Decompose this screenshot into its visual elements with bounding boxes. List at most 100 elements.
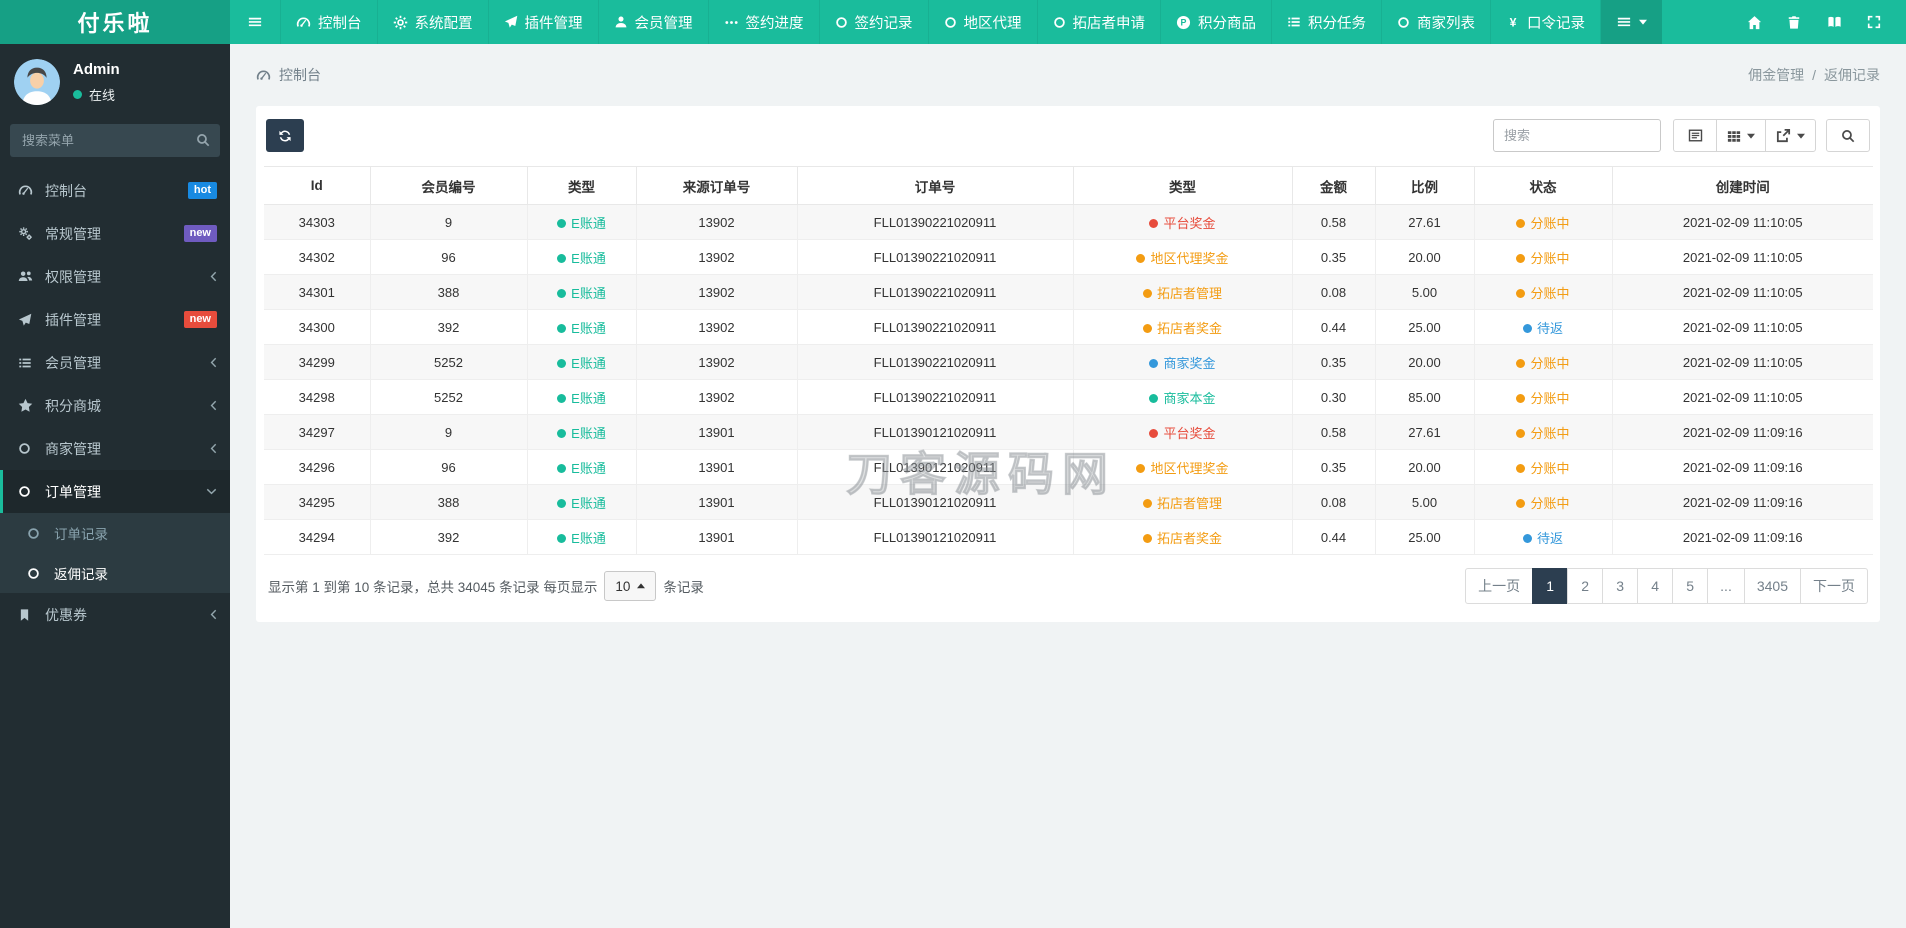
sidebar-item-label: 商家管理: [45, 440, 101, 457]
nav-item[interactable]: 地区代理: [929, 0, 1038, 44]
sidebar-item[interactable]: 常规管理 new: [0, 212, 230, 255]
navbar-user[interactable]: Admin: [1894, 0, 1906, 44]
breadcrumb-page[interactable]: 返佣记录: [1824, 65, 1880, 85]
nav-item[interactable]: 拓店者申请: [1038, 0, 1161, 44]
page-button[interactable]: 5: [1672, 568, 1709, 604]
nav-item[interactable]: P 积分商品: [1161, 0, 1272, 44]
table-row: 34297 9 E账通 13901 FLL01390121020911 平台奖金 0.58 2…: [264, 414, 1873, 450]
page-size-dropdown[interactable]: 10: [604, 571, 657, 601]
cell-order: FLL01390121020911: [796, 519, 1074, 555]
sidebar-item[interactable]: 订单管理: [0, 470, 230, 513]
search-toggle-button[interactable]: [1826, 119, 1870, 152]
sidebar-item[interactable]: 商家管理: [0, 427, 230, 470]
table-header-cell[interactable]: 订单号: [796, 166, 1074, 205]
cell-bonus-label: 拓店者管理: [1156, 495, 1222, 511]
page-button[interactable]: 3: [1602, 568, 1639, 604]
cell-source: 13902: [635, 204, 798, 240]
table-header-cell[interactable]: Id: [264, 166, 371, 205]
pagination-info: 显示第 1 到第 10 条记录，总共 34045 条记录 每页显示 10 条记录: [268, 571, 704, 601]
cell-source: 13901: [635, 484, 798, 520]
nav-item[interactable]: 插件管理: [489, 0, 599, 44]
docs-button[interactable]: [1814, 0, 1854, 44]
nav-item[interactable]: 系统配置: [378, 0, 489, 44]
nav-item[interactable]: 商家列表: [1382, 0, 1491, 44]
sidebar-subitem[interactable]: 订单记录: [0, 513, 230, 553]
table-row: 34300 392 E账通 13902 FLL01390221020911 拓店者奖金 0.…: [264, 309, 1873, 345]
table-header-cell[interactable]: 创建时间: [1611, 166, 1873, 205]
main-content: 控制台 佣金管理 / 返佣记录 搜索 Id 会员编号 类型 来源订单号 订单号 …: [230, 44, 1906, 928]
table-row: 34298 5252 E账通 13902 FLL01390221020911 商家本金 0.…: [264, 379, 1873, 415]
table-search-input[interactable]: [1493, 119, 1661, 152]
cell-status: 分账中: [1473, 414, 1613, 450]
home-button[interactable]: [1734, 0, 1774, 44]
cell-account: E账通: [526, 484, 637, 520]
cell-bonus: 拓店者奖金: [1072, 519, 1293, 555]
breadcrumb-home[interactable]: 控制台: [256, 65, 321, 85]
cell-status-label: 分账中: [1530, 390, 1570, 406]
table-header-cell[interactable]: 类型: [1072, 166, 1293, 205]
sidebar-item[interactable]: 控制台 hot: [0, 169, 230, 212]
sidebar-item[interactable]: 会员管理: [0, 341, 230, 384]
sidebar-subitem[interactable]: 返佣记录: [0, 553, 230, 593]
menu-search-input[interactable]: [10, 124, 220, 157]
page-button[interactable]: 下一页: [1800, 568, 1868, 604]
fullscreen-button[interactable]: [1854, 0, 1894, 44]
nav-item-label: 积分商品: [1198, 15, 1256, 32]
status-dot: [73, 89, 82, 99]
nav-item[interactable]: 会员管理: [599, 0, 709, 44]
page-button[interactable]: 上一页: [1465, 568, 1534, 604]
cell-status-label: 分账中: [1530, 460, 1570, 476]
sidebar-menu: 控制台 hot 常规管理 new 权限管理 插件管理 new 会员管理 积分商城商家管理订单管理…: [0, 169, 230, 636]
sidebar-toggle-button[interactable]: [230, 0, 281, 44]
clear-cache-button[interactable]: [1774, 0, 1814, 44]
cell-account-label: E账通: [571, 355, 606, 371]
nav-item[interactable]: 控制台: [281, 0, 378, 44]
detail-view-button[interactable]: [1673, 119, 1717, 152]
table-header-cell[interactable]: 来源订单号: [635, 166, 798, 205]
refresh-button[interactable]: [266, 119, 304, 152]
nav-item-label: 插件管理: [524, 15, 583, 32]
page-button[interactable]: 2: [1567, 568, 1604, 604]
page-button[interactable]: 3405: [1743, 568, 1801, 604]
nav-item[interactable]: ¥ 口令记录: [1491, 0, 1601, 44]
columns-button[interactable]: [1716, 119, 1766, 152]
table-toolbar: [266, 119, 1870, 152]
cell-account: E账通: [526, 239, 637, 275]
nav-list-dropdown[interactable]: [1601, 0, 1662, 44]
page-button[interactable]: 1: [1532, 568, 1569, 604]
status-dot: [557, 464, 567, 473]
sidebar-item[interactable]: 权限管理: [0, 255, 230, 298]
cell-amount: 0.58: [1291, 204, 1376, 240]
nav-item[interactable]: 签约记录: [820, 0, 929, 44]
caret-up-icon: [637, 583, 646, 589]
cell-account: E账通: [526, 309, 637, 345]
cell-bonus: 平台奖金: [1072, 204, 1293, 240]
page-button[interactable]: 4: [1637, 568, 1674, 604]
chevron-left-icon: [210, 609, 217, 620]
page-button[interactable]: ...: [1707, 568, 1745, 604]
export-button[interactable]: [1765, 119, 1816, 152]
cell-member: 5252: [369, 344, 528, 380]
table-header-cell[interactable]: 比例: [1374, 166, 1475, 205]
cell-status: 分账中: [1473, 274, 1613, 310]
nav-item[interactable]: 积分任务: [1272, 0, 1382, 44]
breadcrumb: 控制台 佣金管理 / 返佣记录: [256, 44, 1880, 106]
table-header-cell[interactable]: 类型: [526, 166, 637, 205]
nav-item[interactable]: 签约进度: [709, 0, 820, 44]
toolbar-right: [1493, 119, 1870, 152]
table-row: 34303 9 E账通 13902 FLL01390221020911 平台奖金 0.58 2…: [264, 204, 1873, 240]
sidebar-item[interactable]: 插件管理 new: [0, 298, 230, 341]
table-header-cell[interactable]: 金额: [1291, 166, 1376, 205]
status-dot: [1149, 429, 1159, 438]
sidebar-item[interactable]: 优惠券: [0, 593, 230, 636]
cell-time: 2021-02-09 11:10:05: [1611, 379, 1873, 415]
table-header-cell[interactable]: 状态: [1473, 166, 1613, 205]
breadcrumb-section[interactable]: 佣金管理: [1748, 65, 1804, 85]
cell-id: 34302: [264, 239, 371, 275]
cell-source: 13902: [635, 344, 798, 380]
table-header-cell[interactable]: 会员编号: [369, 166, 528, 205]
sidebar: Admin 在线 控制台 hot 常规管理 new 权限管理插件管理 new 会员管理积分商…: [0, 44, 230, 928]
cell-account-label: E账通: [571, 285, 606, 301]
sidebar-item[interactable]: 积分商城: [0, 384, 230, 427]
cell-bonus-label: 商家本金: [1163, 390, 1216, 406]
